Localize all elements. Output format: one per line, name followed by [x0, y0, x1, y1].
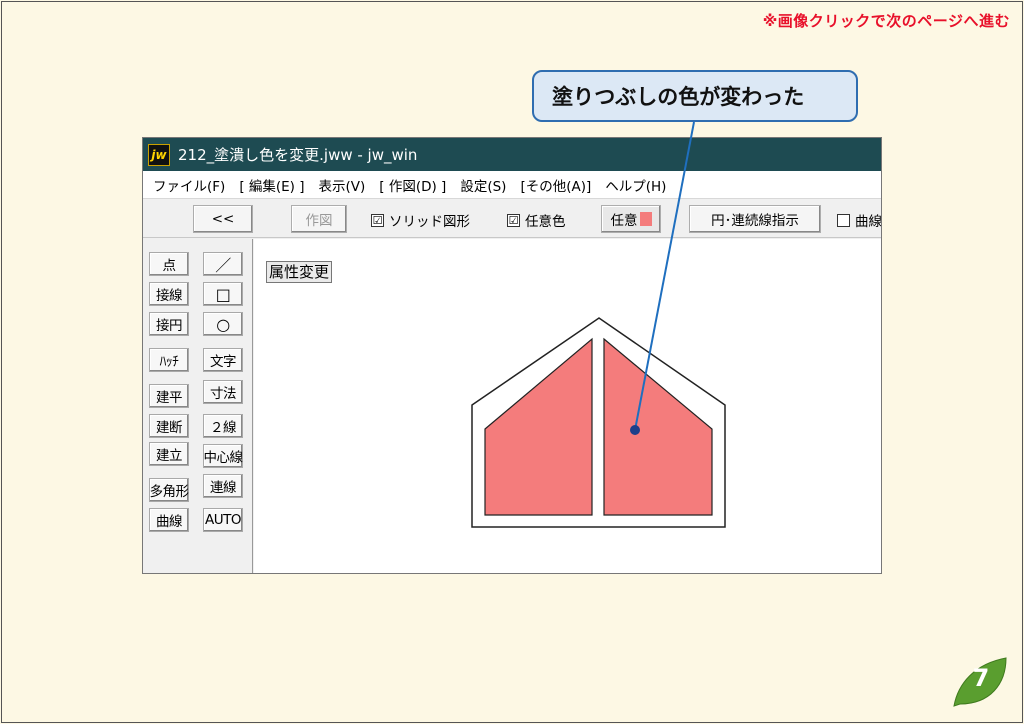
tool-double-line[interactable]: ２線 [203, 414, 243, 438]
back-button[interactable]: << [193, 205, 253, 233]
menu-edit[interactable]: [ 編集(E) ] [239, 175, 304, 195]
rectangle-icon[interactable]: □ [203, 282, 243, 306]
window-title: 212_塗潰し色を変更.jww - jw_win [178, 146, 418, 164]
curve-checkbox[interactable]: 曲線 [837, 210, 882, 230]
menu-draw[interactable]: [ 作図(D) ] [379, 175, 446, 195]
circle-icon[interactable]: ○ [203, 312, 243, 336]
tool-tangent-circle[interactable]: 接円 [149, 312, 189, 336]
title-bar: jw 212_塗潰し色を変更.jww - jw_win [143, 138, 881, 171]
solid-label: ソリッド図形 [389, 214, 470, 230]
page-number: 7 [972, 664, 990, 692]
menu-view[interactable]: 表示(V) [319, 175, 366, 195]
tool-center-line[interactable]: 中心線 [203, 444, 243, 468]
toolbar: << 作図 ☑ ソリッド図形 ☑ 任意色 任意 円･連続線指示 曲線 [143, 198, 881, 238]
menu-other[interactable]: [その他(A)] [520, 175, 591, 195]
fill-color-swatch [639, 212, 652, 226]
tool-tangent[interactable]: 接線 [149, 282, 189, 306]
menu-help[interactable]: ヘルプ(H) [605, 175, 666, 195]
tool-section[interactable]: 建断 [149, 414, 189, 438]
solid-check-icon: ☑ [371, 213, 384, 227]
any-color-button-label: 任意 [610, 213, 638, 229]
curve-label: 曲線 [855, 214, 882, 230]
any-color-check-icon: ☑ [507, 213, 520, 227]
callout-box: 塗りつぶしの色が変わった [532, 70, 858, 122]
tool-curve[interactable]: 曲線 [149, 508, 189, 532]
tool-text[interactable]: 文字 [203, 348, 243, 372]
menu-settings[interactable]: 設定(S) [460, 175, 506, 195]
menu-file[interactable]: ファイル(F) [153, 175, 225, 195]
tool-point[interactable]: 点 [149, 252, 189, 276]
tool-hatch[interactable]: ﾊｯﾁ [149, 348, 189, 372]
tool-plan[interactable]: 建平 [149, 384, 189, 408]
tool-auto[interactable]: AUTO [203, 508, 243, 532]
tool-continuous-line[interactable]: 連線 [203, 474, 243, 498]
drawing-canvas[interactable]: 属性変更 [254, 239, 881, 573]
any-color-checkbox[interactable]: ☑ 任意色 [507, 210, 566, 230]
tool-dimension[interactable]: 寸法 [203, 380, 243, 404]
solid-checkbox[interactable]: ☑ ソリッド図形 [371, 210, 470, 230]
menu-bar: ファイル(F) [ 編集(E) ] 表示(V) [ 作図(D) ] 設定(S) … [143, 171, 881, 198]
house-drawing [471, 317, 726, 528]
tool-panel: 点 接線 接円 ﾊｯﾁ 建平 建断 建立 多角形 曲線 ／ □ ○ 文字 寸法 … [143, 239, 253, 573]
draw-button[interactable]: 作図 [291, 205, 347, 233]
any-color-button[interactable]: 任意 [601, 205, 661, 233]
tool-elevation[interactable]: 建立 [149, 442, 189, 466]
line-icon[interactable]: ／ [203, 252, 243, 276]
jw-app-icon: jw [148, 143, 170, 166]
tool-polygon[interactable]: 多角形 [149, 478, 189, 502]
curve-check-icon [837, 213, 850, 227]
next-page-note[interactable]: ※画像クリックで次のページへ進む [763, 10, 1010, 31]
arc-polyline-button[interactable]: 円･連続線指示 [689, 205, 821, 233]
jw-win-window: jw 212_塗潰し色を変更.jww - jw_win ファイル(F) [ 編集… [142, 137, 882, 574]
any-color-label: 任意色 [525, 214, 566, 230]
